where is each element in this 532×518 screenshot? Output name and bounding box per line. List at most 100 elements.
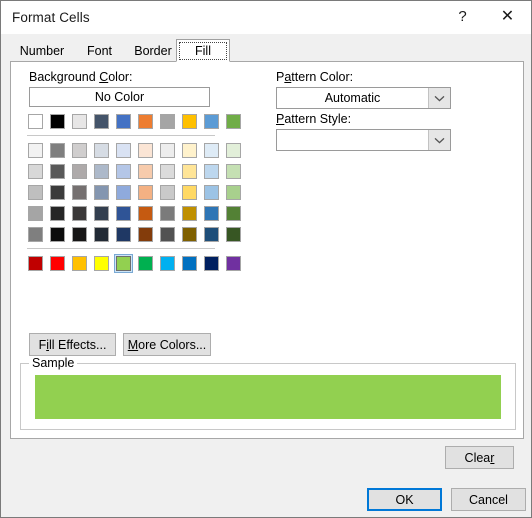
color-swatch[interactable] [160,185,175,200]
cancel-button[interactable]: Cancel [451,488,526,511]
theme-tint-3-4[interactable] [114,204,133,223]
color-swatch[interactable] [94,185,109,200]
theme-tint-0-2[interactable] [70,141,89,160]
color-swatch[interactable] [72,164,87,179]
theme-color-4[interactable] [114,112,133,131]
color-swatch[interactable] [226,256,241,271]
theme-tint-4-4[interactable] [114,225,133,244]
color-swatch[interactable] [94,256,109,271]
no-color-button[interactable]: No Color [29,87,210,107]
theme-tint-1-6[interactable] [158,162,177,181]
color-swatch[interactable] [204,114,219,129]
theme-tint-0-0[interactable] [26,141,45,160]
color-swatch[interactable] [138,256,153,271]
theme-tint-4-9[interactable] [224,225,243,244]
color-swatch[interactable] [116,143,131,158]
theme-tint-4-6[interactable] [158,225,177,244]
color-swatch[interactable] [116,206,131,221]
color-swatch[interactable] [204,227,219,242]
theme-tint-1-8[interactable] [202,162,221,181]
color-swatch[interactable] [160,164,175,179]
color-swatch[interactable] [182,114,197,129]
color-swatch[interactable] [226,114,241,129]
theme-tint-4-0[interactable] [26,225,45,244]
color-swatch[interactable] [182,227,197,242]
color-swatch[interactable] [182,164,197,179]
color-swatch[interactable] [50,206,65,221]
theme-tint-1-4[interactable] [114,162,133,181]
color-swatch[interactable] [72,206,87,221]
color-swatch[interactable] [226,227,241,242]
theme-tint-0-9[interactable] [224,141,243,160]
color-swatch[interactable] [116,256,131,271]
theme-tint-3-5[interactable] [136,204,155,223]
standard-color-9[interactable] [224,254,243,273]
color-swatch[interactable] [204,164,219,179]
color-swatch[interactable] [72,143,87,158]
color-swatch[interactable] [138,206,153,221]
standard-color-5[interactable] [136,254,155,273]
theme-color-5[interactable] [136,112,155,131]
theme-color-9[interactable] [224,112,243,131]
color-swatch[interactable] [138,114,153,129]
theme-tint-2-2[interactable] [70,183,89,202]
color-swatch[interactable] [28,206,43,221]
color-swatch[interactable] [116,185,131,200]
standard-color-4-selected[interactable] [114,254,133,273]
theme-tint-3-1[interactable] [48,204,67,223]
pattern-style-dropdown[interactable] [276,129,451,151]
standard-color-7[interactable] [180,254,199,273]
theme-tint-4-2[interactable] [70,225,89,244]
color-swatch[interactable] [28,185,43,200]
theme-color-8[interactable] [202,112,221,131]
theme-tint-0-6[interactable] [158,141,177,160]
theme-tint-2-8[interactable] [202,183,221,202]
standard-color-6[interactable] [158,254,177,273]
standard-color-1[interactable] [48,254,67,273]
color-swatch[interactable] [226,164,241,179]
theme-tint-2-7[interactable] [180,183,199,202]
color-swatch[interactable] [94,114,109,129]
theme-tint-2-6[interactable] [158,183,177,202]
theme-tint-3-9[interactable] [224,204,243,223]
standard-color-8[interactable] [202,254,221,273]
theme-tint-1-9[interactable] [224,162,243,181]
more-colors-button[interactable]: More Colors... [123,333,211,356]
color-swatch[interactable] [226,206,241,221]
color-swatch[interactable] [204,185,219,200]
tab-fill[interactable]: Fill [176,39,230,62]
color-swatch[interactable] [204,206,219,221]
color-swatch[interactable] [138,227,153,242]
color-swatch[interactable] [204,143,219,158]
ok-button[interactable]: OK [367,488,442,511]
theme-tint-0-7[interactable] [180,141,199,160]
color-swatch[interactable] [72,185,87,200]
chevron-down-icon[interactable] [428,130,450,150]
theme-tint-3-8[interactable] [202,204,221,223]
theme-tint-3-3[interactable] [92,204,111,223]
theme-tint-0-4[interactable] [114,141,133,160]
color-swatch[interactable] [72,227,87,242]
clear-button[interactable]: Clear [445,446,514,469]
color-swatch[interactable] [116,227,131,242]
close-icon[interactable]: ✕ [485,1,530,33]
theme-tint-4-3[interactable] [92,225,111,244]
theme-tint-1-7[interactable] [180,162,199,181]
color-swatch[interactable] [160,256,175,271]
theme-tint-2-1[interactable] [48,183,67,202]
color-swatch[interactable] [50,256,65,271]
theme-tint-4-8[interactable] [202,225,221,244]
help-icon[interactable]: ? [440,1,485,33]
color-swatch[interactable] [160,114,175,129]
theme-tint-2-9[interactable] [224,183,243,202]
theme-tint-4-7[interactable] [180,225,199,244]
theme-tint-3-0[interactable] [26,204,45,223]
theme-tint-2-0[interactable] [26,183,45,202]
color-swatch[interactable] [182,206,197,221]
color-swatch[interactable] [94,143,109,158]
theme-tint-1-5[interactable] [136,162,155,181]
color-swatch[interactable] [94,164,109,179]
color-swatch[interactable] [28,143,43,158]
theme-tint-1-3[interactable] [92,162,111,181]
tab-border[interactable]: Border [126,40,180,62]
